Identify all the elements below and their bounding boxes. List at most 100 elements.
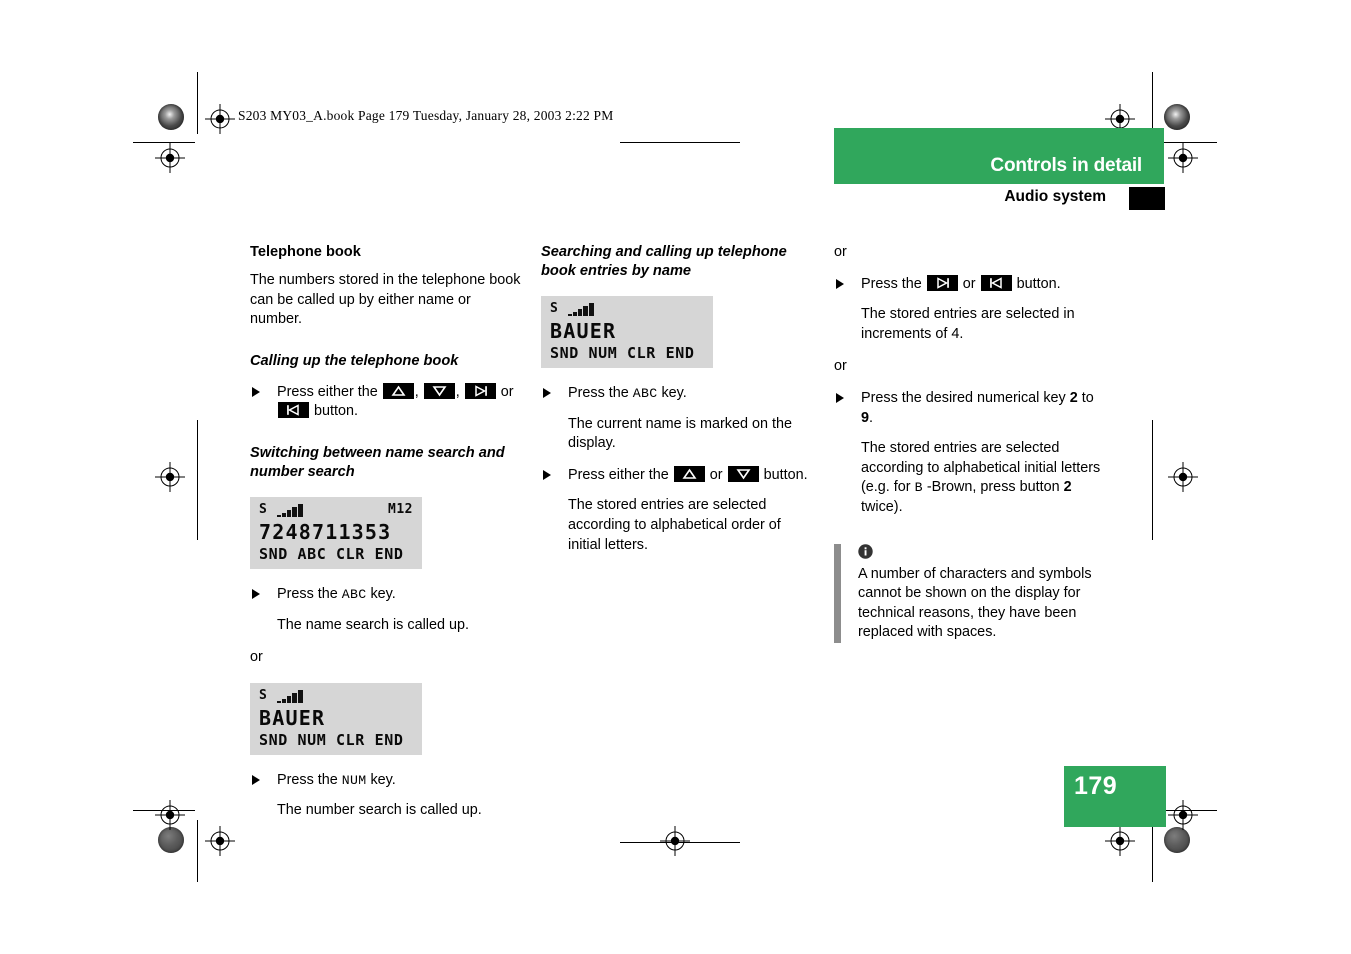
subheading-searching-by-name: Searching and calling up telephone book … xyxy=(541,244,787,279)
result-number-search-called-up: The number search is called up. xyxy=(277,802,482,819)
note-text: A number of characters and symbols canno… xyxy=(858,565,1092,641)
triangle-down-key-icon[interactable] xyxy=(727,465,759,482)
registration-mark-right-middle xyxy=(1168,462,1198,492)
skip-forward-key-icon[interactable] xyxy=(464,382,496,399)
lcd-memory-indicator: M12 xyxy=(388,501,413,517)
step-text-prefix: Press the desired numerical key xyxy=(861,389,1066,406)
step-text-prefix: Press the xyxy=(568,385,629,401)
letter-label-b: B xyxy=(914,480,923,496)
lcd-softkey-row: SND NUM CLR END xyxy=(550,344,695,362)
step-press-up-down-buttons: Press either the or button. xyxy=(541,465,817,486)
registration-mark-bottom-center xyxy=(660,826,690,856)
halftone-dot-bottom-left xyxy=(158,827,184,853)
lcd-display-name-search: S BAUER SND NUM CLR END xyxy=(250,682,422,755)
step-press-num-key: Press the NUM key. xyxy=(250,771,524,791)
result-current-name-marked: The current name is marked on the displa… xyxy=(568,415,792,452)
step-bullet-icon xyxy=(252,386,260,397)
step-press-skip-buttons: Press the or button. xyxy=(834,274,1108,295)
result-increments-of-four: The stored entries are selected in incre… xyxy=(861,306,1075,342)
crop-line-top-mid-h xyxy=(620,142,740,143)
page-number: 179 xyxy=(1074,772,1118,800)
numeric-key-low: 2 xyxy=(1069,389,1078,406)
page-number-badge: 179 xyxy=(1064,766,1166,827)
page-title: Controls in detail xyxy=(990,155,1142,176)
halftone-dot-bottom-right xyxy=(1164,827,1190,853)
note-accent-bar xyxy=(834,543,841,643)
crop-line-top-left-v xyxy=(197,72,198,134)
heading-telephone-book: Telephone book xyxy=(250,244,361,260)
column-one: Telephone book The numbers stored in the… xyxy=(250,243,524,821)
skip-back-key-icon[interactable] xyxy=(980,274,1012,291)
step-text-prefix: Press the xyxy=(277,585,338,602)
step-bullet-icon xyxy=(836,278,844,289)
result-text-part-b: -Brown, press button xyxy=(926,479,1060,496)
lcd-softkey-row: SND NUM CLR END xyxy=(259,730,404,749)
halftone-dot-top-left xyxy=(158,104,184,130)
subheading-calling-up-telephone-book: Calling up the telephone book xyxy=(250,352,459,369)
step-text-or: or xyxy=(709,466,723,483)
lcd-main-line: BAUER xyxy=(550,319,617,343)
registration-mark-left-middle xyxy=(155,462,185,492)
key-label-num[interactable]: NUM xyxy=(342,773,367,788)
step-text-suffix: key. xyxy=(661,385,687,401)
key-label-abc[interactable]: ABC xyxy=(342,587,367,602)
step-bullet-icon xyxy=(836,392,844,403)
info-icon xyxy=(858,543,873,559)
registration-mark-right-lower xyxy=(1168,800,1198,830)
chapter-thumb-tab xyxy=(1129,187,1165,210)
lcd-status-row: S xyxy=(550,302,704,317)
alternative-or-label-2: or xyxy=(834,358,847,375)
result-alphabetical-initial-letters: The stored entries are selected accordin… xyxy=(834,439,1108,517)
registration-mark-bottom-left xyxy=(205,826,235,856)
step-text-prefix: Press either the xyxy=(568,466,669,483)
step-text-suffix: button. xyxy=(763,466,808,483)
step-text-mid: to xyxy=(1081,389,1094,406)
triangle-up-key-icon[interactable] xyxy=(382,382,414,399)
registration-mark-right-upper xyxy=(1168,143,1198,173)
numeric-key-high: 9 xyxy=(861,409,870,426)
step-bullet-icon xyxy=(252,588,260,599)
step-bullet-icon xyxy=(543,388,551,398)
lcd-softkey-row: SND ABC CLR END xyxy=(259,544,404,563)
lcd-status-row: S xyxy=(259,689,413,704)
skip-back-key-icon[interactable] xyxy=(278,402,309,419)
step-text-comma-1: , xyxy=(414,383,419,400)
crop-line-bottom-left-v xyxy=(197,820,198,882)
lcd-display-name-entry: S BAUER SND NUM CLR END xyxy=(541,296,713,368)
lcd-status-row: S M12 xyxy=(259,503,413,518)
step-press-nav-buttons: Press either the , , or button. xyxy=(250,382,524,422)
subheading-switching-search-mode: Switching between name search and number… xyxy=(250,444,505,480)
step-text-or: or xyxy=(500,383,514,400)
step-text-or: or xyxy=(962,275,976,292)
column-two: Searching and calling up telephone book … xyxy=(541,243,817,555)
info-note: A number of characters and symbols canno… xyxy=(834,543,1108,643)
registration-mark-bottom-right xyxy=(1105,826,1135,856)
skip-forward-key-icon[interactable] xyxy=(926,274,958,291)
registration-mark-top-right xyxy=(1105,104,1135,134)
step-text-comma-2: , xyxy=(455,383,460,400)
signal-strength-icon xyxy=(567,302,602,316)
lcd-signal-label: S xyxy=(550,301,558,316)
key-label-abc[interactable]: ABC xyxy=(633,386,658,401)
step-bullet-icon xyxy=(543,469,551,480)
step-text-prefix: Press the xyxy=(861,275,922,292)
lcd-signal-label: S xyxy=(259,501,267,517)
result-text-part-c: twice). xyxy=(861,498,903,515)
registration-mark-left-upper xyxy=(155,143,185,173)
lcd-main-line: BAUER xyxy=(259,705,326,730)
triangle-down-key-icon[interactable] xyxy=(423,382,455,399)
lcd-signal-label: S xyxy=(259,687,267,703)
halftone-dot-top-right xyxy=(1164,104,1190,130)
lcd-main-line: 7248711353 xyxy=(259,519,392,544)
step-text-suffix: key. xyxy=(370,585,396,602)
paragraph-telephone-book-intro: The numbers stored in the telephone book… xyxy=(250,272,521,328)
triangle-up-key-icon[interactable] xyxy=(673,465,705,482)
signal-strength-icon xyxy=(276,689,311,703)
step-text-prefix: Press the xyxy=(277,771,338,788)
result-alphabetical-order: The stored entries are selected accordin… xyxy=(568,497,781,553)
step-text-suffix: . xyxy=(869,409,874,426)
crop-line-top-right-v xyxy=(1152,72,1153,134)
step-bullet-icon xyxy=(252,774,260,785)
signal-strength-icon xyxy=(276,503,311,517)
numeric-key-two: 2 xyxy=(1063,479,1072,496)
